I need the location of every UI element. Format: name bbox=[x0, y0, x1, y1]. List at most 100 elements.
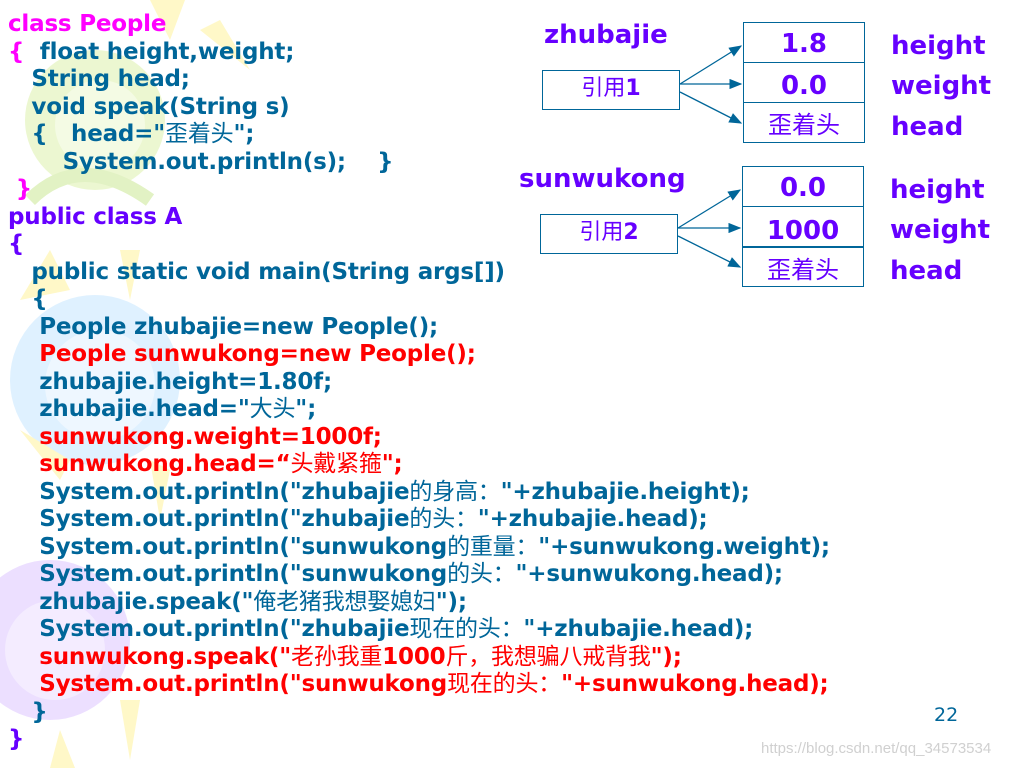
reference-box-1: 引用1 bbox=[542, 70, 680, 110]
code-token: "; bbox=[233, 121, 255, 147]
code-token: 的身高： bbox=[409, 478, 501, 505]
code-token: 1000 bbox=[382, 643, 446, 670]
code-token: "+zhubajie.head); bbox=[477, 506, 708, 532]
code-line: void speak(String s) bbox=[8, 93, 290, 121]
field-height-value: 1.8 bbox=[744, 23, 864, 63]
code-token: 斤，我想骗八戒背我 bbox=[445, 643, 651, 670]
code-token: zhubajie.height=1.80f; bbox=[8, 368, 332, 395]
code-token: "+sunwukong.head); bbox=[515, 561, 783, 587]
code-line: { float height,weight; bbox=[8, 39, 294, 66]
code-line: System.out.println("zhubajie现在的头："+zhuba… bbox=[8, 616, 753, 643]
code-token: void speak(String s) bbox=[8, 93, 290, 120]
code-token: 大头 bbox=[249, 396, 296, 422]
code-token: People sunwukong=new People(); bbox=[8, 341, 476, 367]
field-label-weight: weight bbox=[890, 215, 991, 245]
code-token: sunwukong.weight=1000f; bbox=[8, 423, 382, 450]
code-token: "; bbox=[381, 451, 403, 477]
code-token: 的重量： bbox=[447, 533, 539, 560]
reference-label: 引用 bbox=[579, 220, 624, 245]
code-token: float height,weight; bbox=[39, 38, 295, 65]
field-label-height: height bbox=[891, 31, 986, 61]
code-token: 老孙我重 bbox=[291, 643, 383, 670]
code-token: System.out.println("zhubajie bbox=[8, 478, 410, 505]
code-token: "; bbox=[295, 396, 317, 422]
code-line: { bbox=[8, 286, 47, 313]
field-head-value: 歪着头 bbox=[767, 256, 839, 284]
code-token: } bbox=[8, 726, 25, 752]
page-number: 22 bbox=[934, 704, 959, 726]
object-name-sunwukong: sunwukong bbox=[519, 164, 686, 194]
code-line: public static void main(String args[]) bbox=[8, 259, 505, 286]
code-line: zhubajie.height=1.80f; bbox=[8, 369, 332, 396]
code-line: public class A bbox=[8, 204, 182, 231]
code-token: 现在的头： bbox=[447, 671, 562, 697]
code-line: System.out.println("zhubajie的身高："+zhubaj… bbox=[8, 479, 750, 506]
code-token: { bbox=[8, 231, 25, 257]
reference-box-2: 引用2 bbox=[540, 214, 678, 254]
code-token: System.out.println("zhubajie bbox=[8, 506, 410, 532]
code-line: { bbox=[8, 231, 24, 258]
code-line: } bbox=[8, 698, 48, 726]
field-label-head: head bbox=[890, 256, 963, 286]
field-head-value: 歪着头 bbox=[768, 111, 840, 139]
code-line: People sunwukong=new People(); bbox=[8, 341, 476, 368]
field-weight-value: 0.0 bbox=[744, 63, 864, 103]
object-fields-zhubajie: 1.8 0.0 歪着头 bbox=[743, 22, 865, 143]
object-name-zhubajie: zhubajie bbox=[544, 20, 668, 50]
watermark: https://blog.csdn.net/qq_34573534 bbox=[761, 740, 992, 757]
code-line: { head="歪着头"; bbox=[8, 121, 254, 148]
code-token: class People bbox=[8, 11, 167, 37]
code-token: "); bbox=[650, 643, 682, 670]
code-token: 的头： bbox=[447, 561, 516, 587]
code-token: { bbox=[8, 38, 40, 65]
field-label-weight: weight bbox=[891, 71, 992, 101]
code-token: sunwukong.head=“ bbox=[8, 451, 291, 477]
code-line: People zhubajie=new People(); bbox=[8, 314, 438, 341]
code-line: sunwukong.speak("老孙我重1000斤，我想骗八戒背我"); bbox=[8, 644, 682, 671]
code-token: zhubajie.head=" bbox=[8, 396, 250, 422]
code-token: System.out.println("sunwukong bbox=[8, 561, 448, 587]
code-line: } bbox=[8, 176, 32, 203]
code-token: System.out.println("sunwukong bbox=[8, 671, 448, 697]
code-line: String head; bbox=[8, 66, 190, 93]
code-token: People zhubajie=new People(); bbox=[8, 313, 439, 340]
code-line: zhubajie.head="大头"; bbox=[8, 396, 316, 423]
code-token: public class A bbox=[8, 203, 183, 230]
code-token: System.out.println("zhubajie bbox=[8, 616, 410, 642]
object-fields-sunwukong: 0.0 1000 歪着头 bbox=[742, 166, 864, 287]
code-token: public static void main(String args[]) bbox=[8, 258, 505, 285]
code-line: class People bbox=[8, 11, 166, 38]
code-token: zhubajie.speak(" bbox=[8, 588, 254, 615]
code-token: } bbox=[8, 698, 48, 725]
field-weight-value: 1000 bbox=[743, 207, 863, 248]
code-token: System.out.println(s); } bbox=[8, 148, 394, 175]
code-token: String head; bbox=[8, 66, 190, 92]
code-line: } bbox=[8, 726, 24, 753]
code-line: System.out.println("sunwukong的头："+sunwuk… bbox=[8, 561, 783, 588]
code-token: } bbox=[8, 176, 32, 202]
field-label-head: head bbox=[891, 112, 964, 142]
field-label-height: height bbox=[890, 175, 985, 205]
code-token: "+sunwukong.head); bbox=[561, 671, 829, 697]
field-height-value: 0.0 bbox=[743, 167, 863, 207]
code-line: sunwukong.head=“头戴紧箍"; bbox=[8, 451, 402, 478]
reference-number: 1 bbox=[625, 76, 641, 101]
code-token: 俺老猪我想娶媳妇 bbox=[253, 588, 436, 615]
code-line: System.out.println(s); } bbox=[8, 148, 394, 176]
code-token: System.out.println("sunwukong bbox=[8, 533, 448, 560]
code-token: "+zhubajie.head); bbox=[523, 616, 754, 642]
code-token: "+sunwukong.weight); bbox=[538, 533, 830, 560]
code-line: System.out.println("zhubajie的头："+zhubaji… bbox=[8, 506, 708, 533]
reference-number: 2 bbox=[623, 220, 639, 245]
code-token: "); bbox=[435, 588, 467, 615]
code-token: 头戴紧箍 bbox=[290, 451, 382, 477]
reference-label: 引用 bbox=[581, 76, 626, 101]
code-token: "+zhubajie.height); bbox=[500, 478, 750, 505]
code-line: System.out.println("sunwukong的重量："+sunwu… bbox=[8, 534, 830, 561]
code-token: 的头： bbox=[409, 506, 478, 532]
code-token: 歪着头 bbox=[165, 121, 234, 147]
code-line: sunwukong.weight=1000f; bbox=[8, 424, 382, 451]
code-line: System.out.println("sunwukong现在的头："+sunw… bbox=[8, 671, 829, 698]
code-token: 现在的头： bbox=[409, 616, 524, 642]
code-line: zhubajie.speak("俺老猪我想娶媳妇"); bbox=[8, 589, 467, 616]
